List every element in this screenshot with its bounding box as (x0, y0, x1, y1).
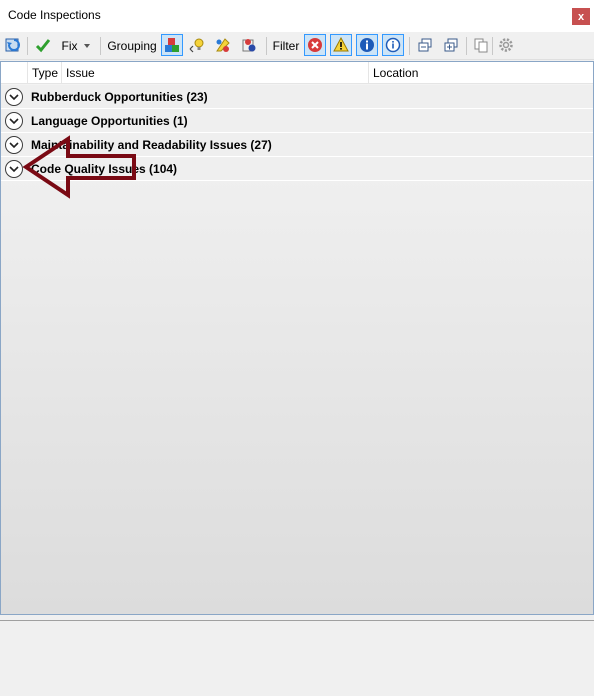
expand-group-button[interactable] (5, 160, 23, 178)
refresh-button[interactable] (3, 34, 25, 56)
group-row[interactable]: Maintainability and Readability Issues (… (1, 133, 593, 157)
group-label: Rubberduck Opportunities (23) (31, 90, 208, 104)
error-icon (308, 38, 322, 52)
collapse-all-button[interactable] (414, 34, 436, 56)
group-by-severity-button[interactable] (212, 34, 234, 56)
toolbar-separator (409, 37, 410, 55)
expand-all-button[interactable] (440, 34, 462, 56)
fix-check-button[interactable] (32, 34, 54, 56)
refresh-icon (5, 38, 20, 52)
dropdown-arrow-icon (83, 43, 90, 48)
code-inspections-window: Code Inspections x Fix Grouping Filter T… (0, 0, 594, 696)
header-gutter (1, 62, 28, 84)
toolbar: Fix Grouping Filter (0, 32, 594, 60)
fix-dropdown-button[interactable]: Fix (60, 35, 92, 56)
grid-header: Type Issue Location (1, 62, 593, 84)
group-label: Code Quality Issues (104) (31, 162, 178, 176)
group-label: Maintainability and Readability Issues (… (31, 138, 272, 152)
close-button[interactable]: x (572, 8, 590, 25)
filter-suggestions-button[interactable] (356, 34, 378, 56)
copy-icon (474, 38, 488, 53)
group-row[interactable]: Language Opportunities (1) (1, 109, 593, 133)
group-by-location-button[interactable] (186, 34, 208, 56)
group-by-module-button[interactable] (238, 34, 260, 56)
expand-group-button[interactable] (5, 136, 23, 154)
warning-icon (333, 37, 349, 52)
chevron-down-icon (9, 94, 19, 101)
expand-group-button[interactable] (5, 112, 23, 130)
module-severity-icon (242, 39, 256, 52)
hint-icon (385, 37, 401, 53)
filter-label: Filter (272, 38, 300, 53)
code-lightbulb-icon (189, 38, 204, 53)
expand-all-icon (444, 38, 458, 52)
collapse-all-icon (418, 38, 432, 52)
filter-errors-button[interactable] (304, 34, 326, 56)
toolbar-separator (27, 37, 28, 55)
toolbar-separator (466, 37, 467, 55)
checkmark-icon (35, 39, 51, 53)
filter-warnings-button[interactable] (330, 34, 352, 56)
toolbar-separator (100, 37, 101, 55)
group-row[interactable]: Rubberduck Opportunities (23) (1, 85, 593, 109)
inspection-type-icon (165, 38, 179, 52)
column-header-type[interactable]: Type (28, 62, 62, 84)
grouping-label: Grouping (107, 38, 157, 53)
chevron-down-icon (9, 166, 19, 173)
toolbar-separator (266, 37, 267, 55)
window-title: Code Inspections (8, 8, 101, 22)
fix-label: Fix (61, 38, 78, 53)
details-panel (0, 620, 594, 696)
chevron-down-icon (9, 142, 19, 149)
toolbar-separator (492, 37, 493, 55)
group-label: Language Opportunities (1) (31, 114, 188, 128)
info-icon (360, 38, 374, 52)
column-header-issue[interactable]: Issue (62, 62, 369, 84)
settings-button[interactable] (495, 34, 517, 56)
column-header-location[interactable]: Location (369, 62, 593, 84)
filter-hints-button[interactable] (382, 34, 404, 56)
group-by-type-button[interactable] (161, 34, 183, 56)
title-bar: Code Inspections x (0, 0, 594, 32)
gear-icon (499, 38, 513, 52)
group-row[interactable]: Code Quality Issues (104) (1, 157, 593, 181)
inspection-results-grid: Type Issue Location Rubberduck Opportuni… (0, 61, 594, 615)
severity-icon (216, 38, 230, 52)
chevron-down-icon (9, 118, 19, 125)
expand-group-button[interactable] (5, 88, 23, 106)
copy-results-button[interactable] (470, 34, 492, 56)
